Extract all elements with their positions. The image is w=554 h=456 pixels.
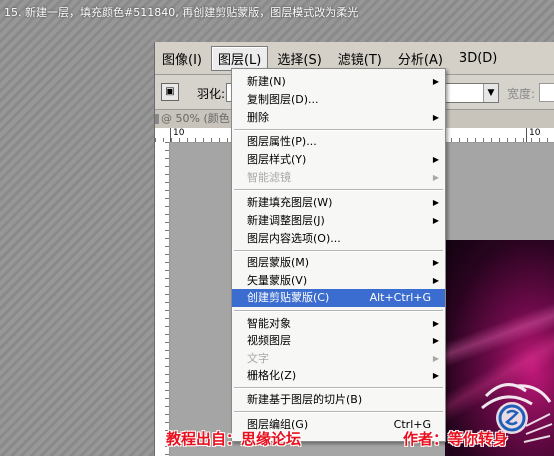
- document-title: @ 50% (颜色: [161, 112, 230, 125]
- menu-item-new-fill-layer[interactable]: 新建填充图层(W) ▶: [232, 194, 445, 212]
- submenu-arrow-icon: ▶: [432, 77, 439, 86]
- feather-label: 羽化:: [197, 87, 226, 101]
- ruler-major-tick: [170, 128, 171, 142]
- submenu-arrow-icon: ▶: [432, 371, 439, 380]
- menu-separator: [234, 387, 443, 389]
- menu-item-layer-style[interactable]: 图层样式(Y) ▶: [232, 151, 445, 169]
- submenu-arrow-icon: ▶: [432, 319, 439, 328]
- menu-item-delete[interactable]: 删除 ▶: [232, 109, 445, 127]
- menu-filter[interactable]: 滤镜(T): [331, 46, 389, 71]
- layer-dropdown-menu: 新建(N) ▶ 复制图层(D)... 删除 ▶ 图层属性(P)... 图层样式(Y)…: [231, 68, 446, 442]
- submenu-arrow-icon: ▶: [432, 258, 439, 267]
- menu-image[interactable]: 图像(I): [155, 46, 209, 71]
- menu-item-vector-mask[interactable]: 矢量蒙版(V) ▶: [232, 272, 445, 290]
- submenu-arrow-icon: ▶: [432, 336, 439, 345]
- menu-item-layer-properties[interactable]: 图层属性(P)...: [232, 133, 445, 151]
- submenu-arrow-icon: ▶: [432, 173, 439, 182]
- menu-item-create-clipping-mask[interactable]: 创建剪贴蒙版(C) Alt+Ctrl+G: [232, 289, 445, 307]
- selection-mode-icon[interactable]: ▣: [161, 83, 179, 101]
- tutorial-caption: 15. 新建一层，填充颜色#511840, 再创建剪贴蒙版，图层模式改为柔光: [4, 6, 359, 19]
- chevron-down-icon[interactable]: ▼: [483, 84, 498, 102]
- width-label: 宽度:: [507, 87, 536, 101]
- submenu-arrow-icon: ▶: [432, 113, 439, 122]
- submenu-arrow-icon: ▶: [432, 155, 439, 164]
- style-select[interactable]: ▼: [445, 83, 499, 103]
- menu-item-new-layer-based-slice[interactable]: 新建基于图层的切片(B): [232, 391, 445, 409]
- menu-select[interactable]: 选择(S): [270, 46, 328, 71]
- menu-item-smart-object[interactable]: 智能对象 ▶: [232, 315, 445, 333]
- menu-3d[interactable]: 3D(D): [452, 48, 504, 69]
- menu-item-new[interactable]: 新建(N) ▶: [232, 73, 445, 91]
- tab-edge: [155, 114, 159, 124]
- menu-layer[interactable]: 图层(L): [210, 45, 269, 71]
- submenu-arrow-icon: ▶: [432, 198, 439, 207]
- width-input[interactable]: [539, 83, 554, 102]
- menu-item-duplicate-layer[interactable]: 复制图层(D)...: [232, 91, 445, 109]
- vertical-ruler[interactable]: [155, 142, 170, 456]
- menu-item-layer-content-options[interactable]: 图层内容选项(O)...: [232, 230, 445, 248]
- menu-analysis[interactable]: 分析(A): [391, 46, 450, 71]
- submenu-arrow-icon: ▶: [432, 216, 439, 225]
- submenu-arrow-icon: ▶: [432, 354, 439, 363]
- menu-separator: [234, 250, 443, 252]
- ruler-tick-label: 10: [529, 128, 543, 138]
- menu-separator: [234, 189, 443, 191]
- submenu-arrow-icon: ▶: [432, 276, 439, 285]
- ruler-major-tick: [526, 128, 527, 142]
- menu-item-new-adjustment-layer[interactable]: 新建调整图层(J) ▶: [232, 212, 445, 230]
- menu-item-rasterize[interactable]: 栅格化(Z) ▶: [232, 367, 445, 385]
- shortcut-label: Alt+Ctrl+G: [369, 291, 431, 304]
- menu-item-video-layer[interactable]: 视频图层 ▶: [232, 332, 445, 350]
- ruler-tick-label: 10: [173, 128, 187, 138]
- menu-bar: 图像(I) 图层(L) 选择(S) 滤镜(T) 分析(A) 3D(D): [155, 45, 554, 71]
- menu-separator: [234, 411, 443, 413]
- watermark-source: 教程出自：思缘论坛: [166, 430, 302, 448]
- menu-separator: [234, 310, 443, 312]
- menu-separator: [234, 129, 443, 131]
- menu-item-smart-filter: 智能滤镜 ▶: [232, 169, 445, 187]
- menu-item-type: 文字 ▶: [232, 350, 445, 368]
- site-logo-icon: [481, 383, 553, 443]
- menu-item-layer-mask[interactable]: 图层蒙版(M) ▶: [232, 254, 445, 272]
